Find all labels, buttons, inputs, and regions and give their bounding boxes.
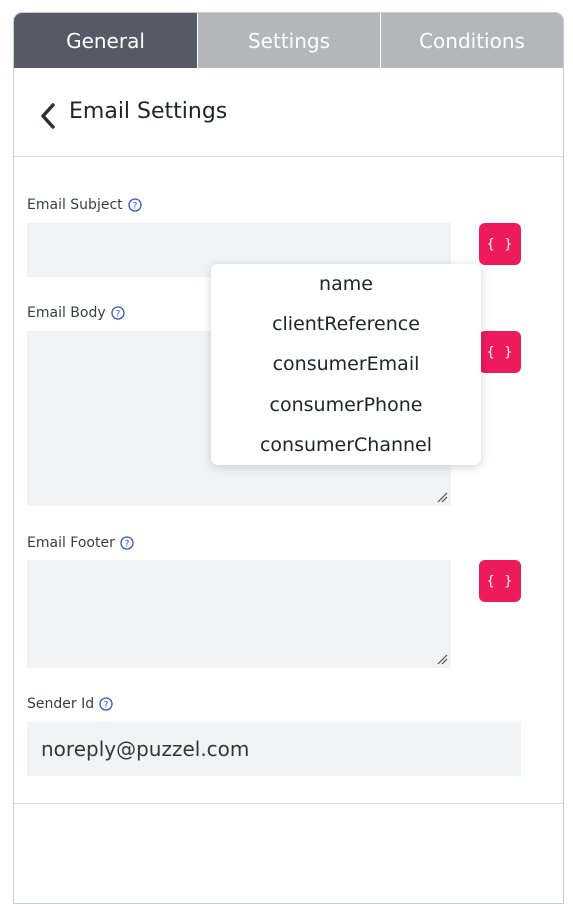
sender-id-field[interactable]: noreply@puzzel.com: [27, 722, 521, 776]
help-icon[interactable]: ?: [120, 536, 134, 550]
sender-id-label: Sender Id ?: [27, 696, 113, 712]
email-subject-label: Email Subject ?: [27, 197, 142, 213]
resize-handle-icon[interactable]: [436, 653, 448, 665]
subject-variable-button[interactable]: { }: [479, 223, 521, 265]
help-icon[interactable]: ?: [99, 697, 113, 711]
page-header: Email Settings: [14, 68, 563, 157]
email-subject-label-text: Email Subject: [27, 197, 123, 213]
body-variable-button[interactable]: { }: [479, 331, 521, 373]
help-icon[interactable]: ?: [127, 198, 142, 212]
menu-item-consumer-email[interactable]: consumerEmail: [211, 344, 481, 384]
tab-conditions[interactable]: Conditions: [380, 13, 563, 68]
tab-bar: General Settings Conditions: [14, 13, 563, 68]
variables-menu: name clientReference consumerEmail consu…: [211, 264, 481, 465]
email-footer-field[interactable]: [27, 560, 451, 668]
svg-text:?: ?: [124, 540, 129, 550]
chevron-left-icon[interactable]: [38, 101, 62, 131]
svg-text:?: ?: [132, 202, 137, 212]
email-body-label-text: Email Body: [27, 305, 106, 321]
email-footer-label: Email Footer ?: [27, 535, 134, 551]
tab-settings[interactable]: Settings: [197, 13, 380, 68]
footer-variable-button[interactable]: { }: [479, 560, 521, 602]
sender-id-label-text: Sender Id: [27, 696, 95, 712]
email-body-label: Email Body ?: [27, 305, 125, 321]
help-icon[interactable]: ?: [110, 306, 125, 320]
tab-general[interactable]: General: [14, 13, 197, 68]
email-footer-label-text: Email Footer: [27, 535, 115, 551]
svg-text:?: ?: [115, 310, 120, 320]
bottom-divider: [14, 803, 563, 804]
menu-item-name[interactable]: name: [211, 264, 481, 304]
menu-item-consumer-phone[interactable]: consumerPhone: [211, 385, 481, 425]
menu-item-consumer-channel[interactable]: consumerChannel: [211, 425, 481, 465]
resize-handle-icon[interactable]: [436, 491, 448, 503]
svg-text:?: ?: [104, 701, 109, 711]
menu-item-client-reference[interactable]: clientReference: [211, 304, 481, 344]
page-title: Email Settings: [69, 99, 228, 124]
